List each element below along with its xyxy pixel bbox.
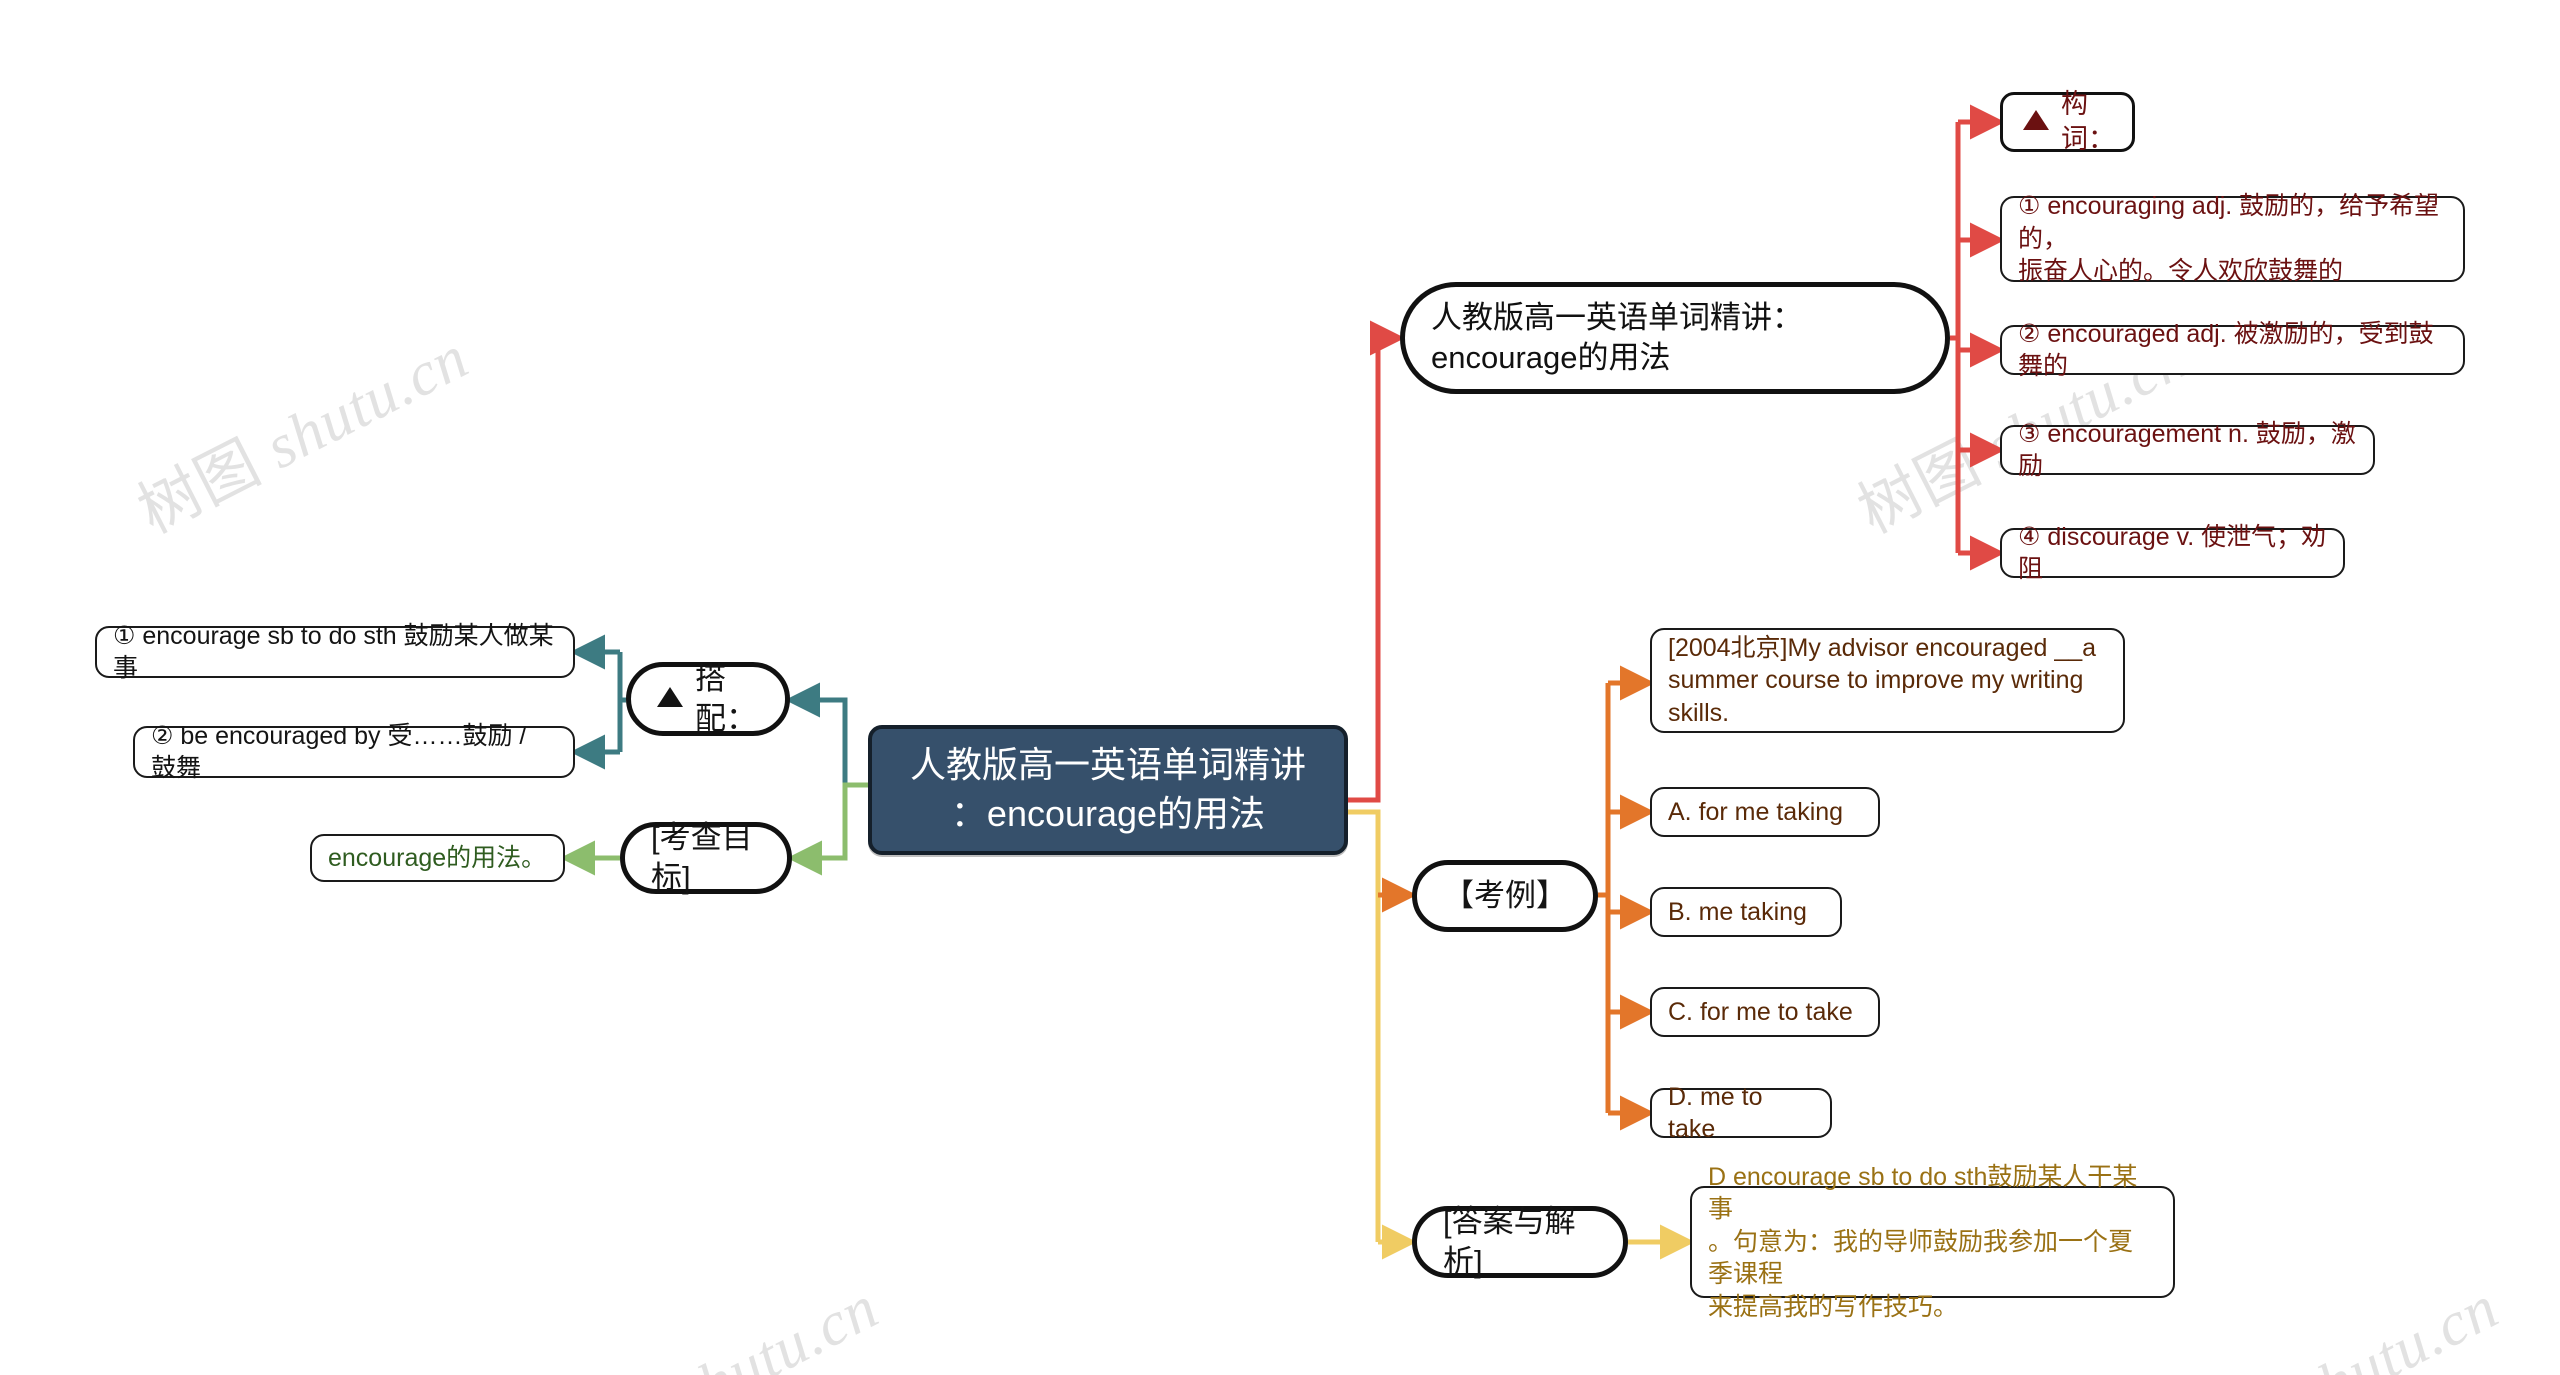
node-encouraging[interactable]: ① encouraging adj. 鼓励的，给予希望的， 振奋人心的。令人欢欣… — [2000, 192, 2465, 285]
node-example-question[interactable]: [2004北京]My advisor encouraged __a summer… — [1650, 628, 2125, 733]
topic-objective[interactable]: [考查目标] — [620, 820, 792, 895]
watermark: 树图 shutu.cn — [2270, 1273, 2509, 1375]
node-collocation-2[interactable]: ② be encouraged by 受……鼓励 / 鼓舞 — [133, 722, 575, 782]
node-collocation-1[interactable]: ① encourage sb to do sth 鼓励某人做某事 — [95, 622, 575, 682]
triangle-marker-icon — [657, 687, 683, 707]
root-label: 人教版高一英语单词精讲 ：encourage的用法 — [909, 744, 1306, 834]
node-encouraged[interactable]: ② encouraged adj. 被激励的，受到鼓舞的 — [2000, 320, 2465, 380]
root-node[interactable]: 人教版高一英语单词精讲 ：encourage的用法 — [868, 725, 1348, 855]
topic-title-label: 人教版高一英语单词精讲： encourage的用法 — [1431, 299, 1803, 375]
topic-title[interactable]: 人教版高一英语单词精讲： encourage的用法 — [1400, 282, 1950, 394]
node-answer-detail[interactable]: D encourage sb to do sth鼓励某人干某事 。句意为：我的导… — [1690, 1163, 2175, 1321]
node-encouragement[interactable]: ③ encouragement n. 鼓励，激励 — [2000, 420, 2375, 480]
mindmap-canvas: 树图 shutu.cn 树图 shutu.cn 树图 shutu.cn 树图 s… — [0, 0, 2560, 1375]
topic-answer-analysis[interactable]: [答案与解析] — [1412, 1204, 1628, 1279]
watermark: 树图 shutu.cn — [126, 323, 479, 548]
node-option-d[interactable]: D. me to take — [1650, 1083, 1832, 1143]
node-option-c[interactable]: C. for me to take — [1650, 987, 1880, 1037]
topic-example[interactable]: 【考例】 — [1412, 860, 1598, 932]
node-option-b[interactable]: B. me taking — [1650, 887, 1842, 937]
triangle-marker-icon — [2023, 110, 2049, 130]
node-word-formation[interactable]: 构词： — [2000, 89, 2135, 154]
node-objective-detail[interactable]: encourage的用法。 — [310, 834, 565, 882]
node-discourage[interactable]: ④ discourage v. 使泄气；劝阻 — [2000, 523, 2345, 583]
topic-collocation[interactable]: 搭配： — [626, 661, 790, 736]
watermark: 树图 shutu.cn — [650, 1273, 889, 1375]
node-option-a[interactable]: A. for me taking — [1650, 787, 1880, 837]
